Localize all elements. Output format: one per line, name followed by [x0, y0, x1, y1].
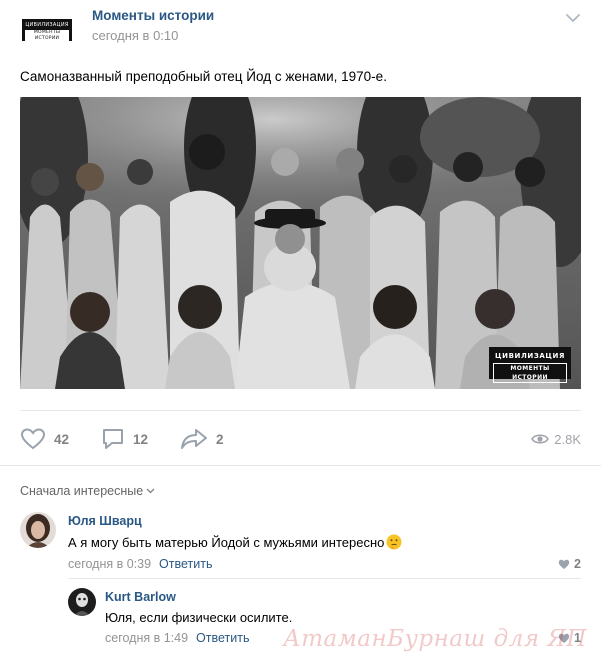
post-actions: 42 12 2 2.8K: [20, 426, 581, 452]
avatar-image: [68, 588, 96, 616]
photo-watermark-line2: МОМЕНТЫ ИСТОРИИ: [493, 363, 567, 383]
like-button[interactable]: 42: [20, 426, 69, 452]
group-logo-line2: МОМЕНТЫ ИСТОРИИ: [25, 30, 69, 42]
chevron-down-icon: [146, 488, 155, 494]
divider: [68, 578, 581, 579]
group-avatar[interactable]: ЦИВИЛИЗАЦИЯ МОМЕНТЫ ИСТОРИИ: [22, 13, 72, 47]
comment-text: А я могу быть матерью Йодой с мужьями ин…: [68, 534, 402, 550]
divider: [0, 465, 601, 466]
avatar[interactable]: [20, 512, 56, 548]
post-time[interactable]: сегодня в 0:10: [92, 28, 178, 43]
comment-text-content: А я могу быть матерью Йодой с мужьями ин…: [68, 535, 385, 550]
thinking-face-icon: [386, 534, 402, 550]
comment-count: 12: [133, 431, 149, 447]
eye-icon: [531, 434, 550, 444]
views-count: 2.8K: [554, 431, 581, 447]
photo-watermark-line1: ЦИВИЛИЗАЦИЯ: [495, 352, 565, 360]
comment-author[interactable]: Kurt Barlow: [105, 590, 176, 604]
avatar-image: [20, 512, 56, 548]
comment-button[interactable]: 12: [101, 426, 148, 452]
photo-watermark: ЦИВИЛИЗАЦИЯ МОМЕНТЫ ИСТОРИИ: [489, 347, 571, 383]
reply-button[interactable]: Ответить: [159, 557, 212, 571]
comment-time[interactable]: сегодня в 1:49: [105, 631, 188, 645]
comment-text: Юля, если физически осилите.: [105, 610, 293, 625]
comments-sort-label: Сначала интересные: [20, 484, 144, 498]
divider: [20, 410, 581, 411]
post-text: Самоназванный преподобный отец Йод с жен…: [20, 69, 387, 84]
views-counter: 2.8K: [531, 426, 581, 452]
comments-sort-dropdown[interactable]: Сначала интересные: [20, 484, 155, 498]
photo-image: [20, 97, 581, 389]
comment-time[interactable]: сегодня в 0:39: [68, 557, 151, 571]
post-header: ЦИВИЛИЗАЦИЯ МОМЕНТЫ ИСТОРИИ Моменты исто…: [20, 8, 581, 48]
heart-icon: [20, 428, 46, 450]
share-button[interactable]: 2: [180, 426, 224, 452]
comment-meta: сегодня в 0:39 Ответить: [68, 557, 212, 571]
group-name[interactable]: Моменты истории: [92, 8, 214, 23]
comment-like-count: 2: [574, 557, 581, 571]
avatar[interactable]: [68, 588, 96, 616]
heart-icon: [558, 559, 570, 569]
comment-meta: сегодня в 1:49 Ответить: [105, 631, 249, 645]
site-watermark: АтаманБурнаш для ЯП: [283, 626, 587, 652]
chevron-down-icon[interactable]: [565, 10, 581, 26]
reply-button[interactable]: Ответить: [196, 631, 249, 645]
comment-like-button[interactable]: 2: [558, 557, 581, 571]
comment-author[interactable]: Юля Шварц: [68, 514, 142, 528]
group-logo: ЦИВИЛИЗАЦИЯ МОМЕНТЫ ИСТОРИИ: [22, 19, 72, 42]
like-count: 42: [54, 431, 70, 447]
group-logo-line1: ЦИВИЛИЗАЦИЯ: [25, 22, 69, 28]
share-icon: [181, 429, 207, 449]
post-photo[interactable]: ЦИВИЛИЗАЦИЯ МОМЕНТЫ ИСТОРИИ: [20, 97, 581, 389]
share-count: 2: [216, 431, 224, 447]
comment-icon: [103, 429, 123, 449]
